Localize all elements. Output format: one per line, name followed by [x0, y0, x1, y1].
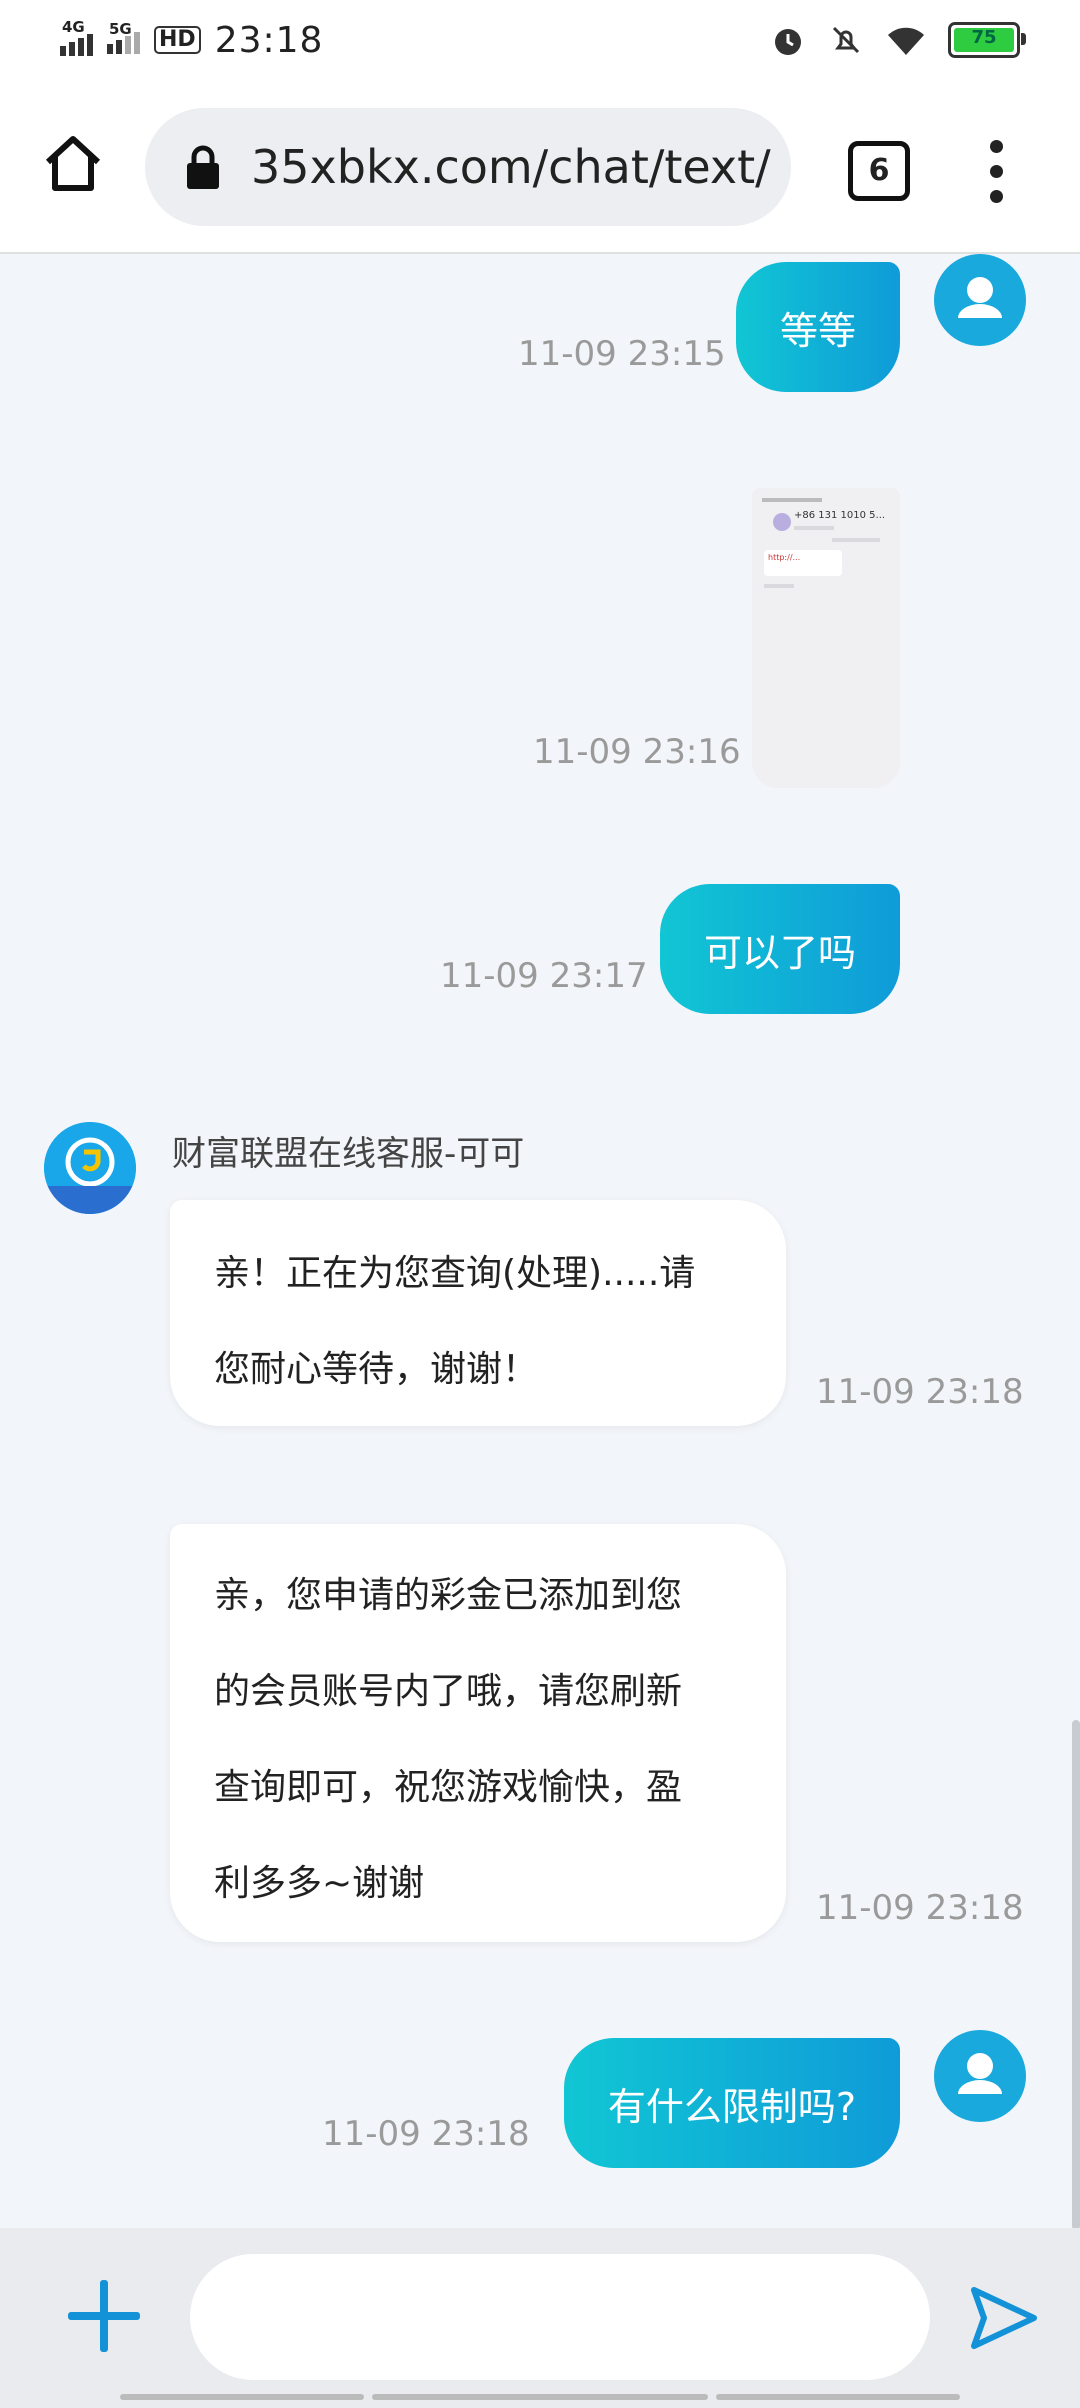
add-attachment-button[interactable] — [68, 2280, 140, 2352]
message-input[interactable] — [190, 2254, 930, 2380]
message-time: 11-09 23:18 — [816, 1888, 1024, 1928]
browser-toolbar: 35xbkx.com/chat/text/ 6 — [0, 80, 1080, 254]
status-bar: 4G 5G HD 23:18 75 — [0, 0, 1080, 80]
battery-icon: 75 — [948, 22, 1026, 58]
user-avatar — [934, 2030, 1026, 2122]
message-time: 11-09 23:17 — [440, 956, 648, 996]
lock-icon — [187, 145, 219, 189]
clock: 23:18 — [214, 19, 324, 61]
wifi-icon — [888, 27, 924, 55]
scrollbar[interactable] — [1072, 1720, 1080, 2230]
signal-4g-icon: 4G — [60, 18, 93, 56]
nav-gesture-bar — [716, 2394, 960, 2400]
thumb-phone: +86 131 1010 5... — [794, 510, 886, 521]
user-avatar — [934, 254, 1026, 346]
message-time: 11-09 23:18 — [322, 2114, 530, 2154]
contact-avatar-icon — [773, 513, 791, 531]
outgoing-message: 有什么限制吗? — [563, 2038, 900, 2168]
tab-switcher-button[interactable]: 6 — [848, 141, 910, 201]
user-icon — [958, 277, 1002, 318]
nav-gesture-bar — [120, 2394, 364, 2400]
signal-5g-icon: 5G — [107, 20, 140, 54]
home-icon[interactable] — [42, 132, 104, 194]
composer-bar — [0, 2228, 1080, 2408]
outgoing-message: 等等 — [735, 262, 900, 392]
image-message[interactable]: +86 131 1010 5... http://... — [752, 488, 900, 788]
address-bar[interactable]: 35xbkx.com/chat/text/ — [145, 108, 791, 226]
outgoing-message: 可以了吗 — [659, 884, 900, 1014]
mute-icon — [832, 26, 860, 54]
agent-name: 财富联盟在线客服-可可 — [172, 1134, 525, 1174]
alarm-icon — [775, 29, 801, 55]
message-time: 11-09 23:15 — [518, 334, 726, 374]
user-icon — [958, 2053, 1002, 2094]
hd-voice-icon: HD — [154, 26, 201, 54]
incoming-message: 亲！正在为您查询(处理).....请 您耐心等待，谢谢！ — [170, 1200, 786, 1426]
thumb-link: http://... — [768, 553, 801, 562]
incoming-message: 亲，您申请的彩金已添加到您 的会员账号内了哦，请您刷新 查询即可，祝您游戏愉快，… — [170, 1524, 786, 1942]
more-menu-icon[interactable] — [984, 140, 1008, 204]
nav-gesture-bar — [372, 2394, 708, 2400]
message-time: 11-09 23:16 — [533, 732, 741, 772]
agent-avatar — [44, 1122, 136, 1214]
message-time: 11-09 23:18 — [816, 1372, 1024, 1412]
send-icon[interactable] — [966, 2280, 1042, 2356]
url-text: 35xbkx.com/chat/text/ — [251, 140, 771, 194]
brand-logo-icon — [44, 1122, 136, 1214]
